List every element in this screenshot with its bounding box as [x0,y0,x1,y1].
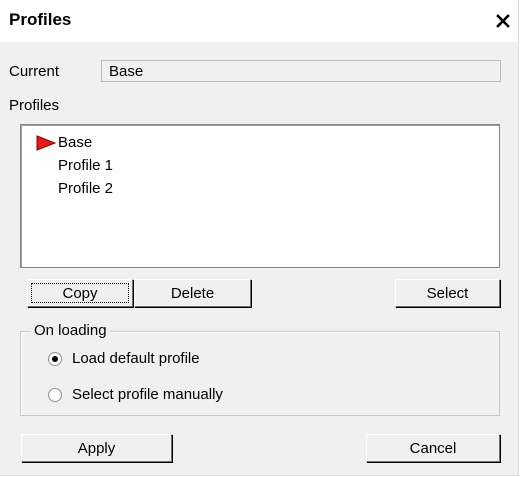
delete-button-label: Delete [170,284,215,302]
apply-button-label: Apply [77,439,116,457]
list-item[interactable]: Profile 2 [58,179,113,199]
select-button[interactable]: Select [395,279,500,307]
load-default-label[interactable]: Load default profile [72,350,200,367]
select-manually-radio[interactable] [48,388,62,402]
profiles-dialog: Profiles Current Base Profiles Base Prof… [0,0,519,476]
cancel-button[interactable]: Cancel [366,434,500,462]
delete-button[interactable]: Delete [134,279,251,307]
on-loading-group [20,331,500,416]
select-button-label: Select [426,284,469,302]
apply-button[interactable]: Apply [21,434,172,462]
radio-checked-dot [52,356,58,362]
load-default-radio[interactable] [48,352,62,366]
focus-rectangle [31,283,129,303]
select-manually-label[interactable]: Select profile manually [72,386,223,403]
window-title: Profiles [9,10,72,29]
active-profile-arrow-icon [36,135,56,151]
profiles-listbox[interactable]: Base Profile 1 Profile 2 [20,124,500,268]
on-loading-legend: On loading [31,322,110,339]
current-label: Current [9,63,60,80]
current-profile-field: Base [101,60,501,82]
copy-button[interactable]: Copy [27,279,133,307]
cancel-button-label: Cancel [409,439,457,457]
close-button[interactable] [494,11,512,31]
list-item[interactable]: Base [58,133,92,153]
profiles-label: Profiles [9,97,60,114]
list-item[interactable]: Profile 1 [58,156,113,176]
close-icon [496,14,510,28]
title-bar: Profiles [0,0,518,42]
